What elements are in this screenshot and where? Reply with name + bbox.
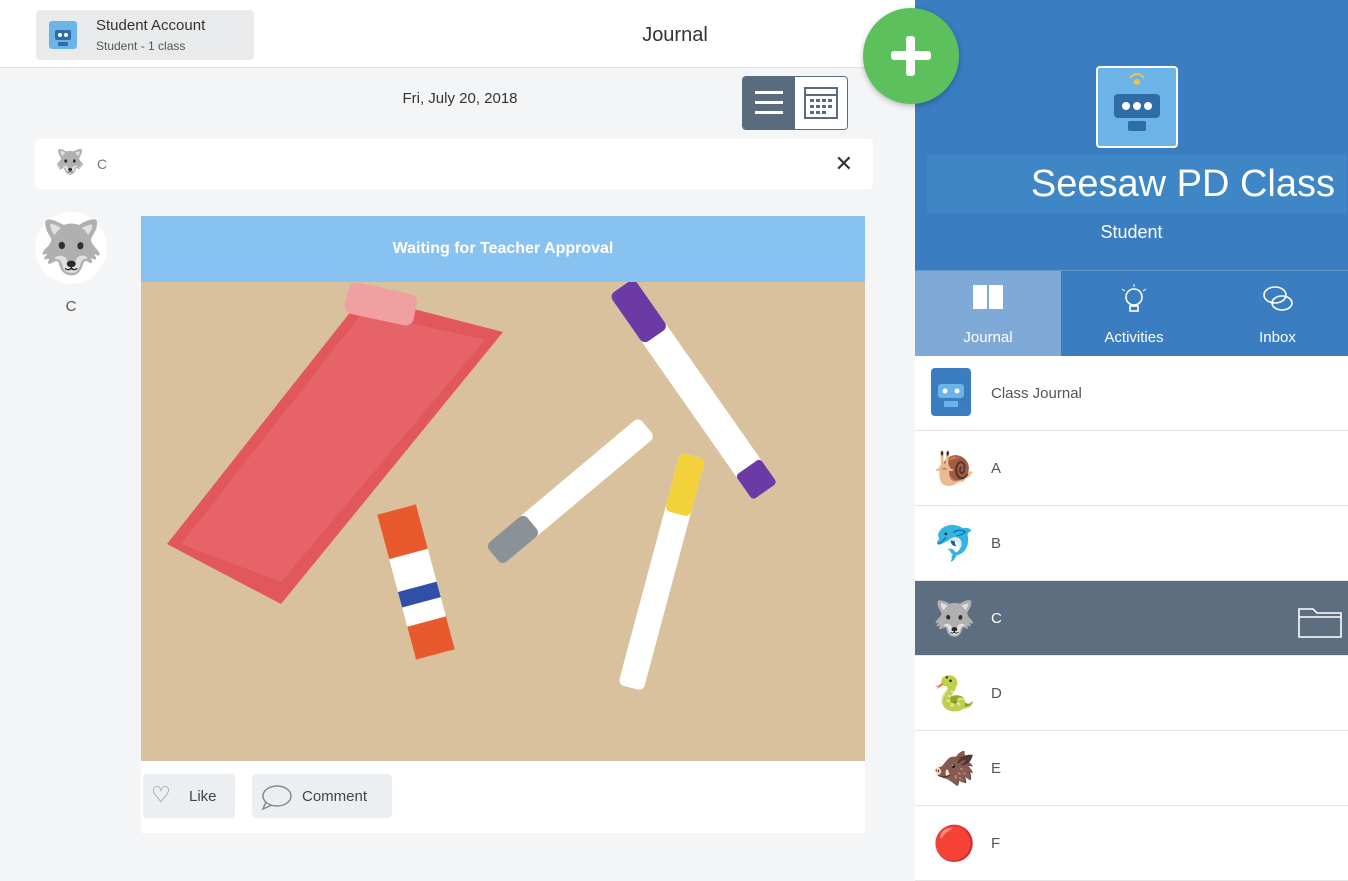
class-role: Student bbox=[1100, 222, 1163, 242]
page-title: Journal bbox=[642, 24, 708, 46]
account-name: Student Account bbox=[96, 17, 206, 34]
tab-journal[interactable]: Journal bbox=[915, 271, 1061, 357]
tab-inbox[interactable]: Inbox bbox=[1207, 271, 1348, 357]
approval-status-banner: Waiting for Teacher Approval bbox=[141, 216, 865, 282]
filter-label: C bbox=[97, 156, 108, 172]
list-item-student-selected[interactable]: 🐺 C bbox=[915, 581, 1348, 656]
close-icon[interactable]: ✕ bbox=[835, 151, 853, 177]
student-emoji: 🐬 bbox=[933, 525, 976, 563]
list-item-label: A bbox=[991, 460, 1002, 477]
student-emoji: 🐗 bbox=[933, 750, 976, 788]
tab-label: Journal bbox=[963, 329, 1013, 346]
journal-post-card: Waiting for Teacher Approval ♡ Like Comm… bbox=[141, 216, 865, 833]
photo-illustration bbox=[141, 282, 865, 761]
class-sidebar: Seesaw PD Class Student Journal Activiti… bbox=[915, 0, 1348, 881]
list-item-student[interactable]: 🔴 F bbox=[915, 806, 1348, 881]
post-author-avatar[interactable]: 🐺 bbox=[35, 212, 107, 284]
tab-label: Inbox bbox=[1259, 329, 1296, 346]
journal-date: Fri, July 20, 2018 bbox=[402, 90, 518, 107]
list-icon bbox=[755, 101, 783, 104]
robot-icon bbox=[1096, 66, 1178, 148]
class-header: Seesaw PD Class Student bbox=[915, 0, 1348, 270]
tab-label: Activities bbox=[1104, 329, 1164, 346]
comment-button[interactable]: Comment bbox=[252, 774, 392, 818]
comment-label: Comment bbox=[302, 788, 368, 805]
class-name: Seesaw PD Class bbox=[927, 154, 1347, 214]
plus-icon bbox=[906, 36, 915, 76]
journal-panel: Student Account Student - 1 class Journa… bbox=[0, 0, 915, 833]
account-subtitle: Student - 1 class bbox=[96, 39, 186, 53]
folder-icon[interactable] bbox=[1297, 603, 1343, 639]
sidebar-tabs: Journal Activities Inbox bbox=[915, 270, 1348, 357]
student-filter-bar: 🐺 C ✕ bbox=[35, 139, 873, 189]
calendar-icon bbox=[804, 87, 838, 119]
top-bar: Student Account Student - 1 class Journa… bbox=[0, 0, 915, 68]
heart-icon: ♡ bbox=[151, 782, 171, 807]
speech-bubble-icon bbox=[261, 785, 292, 810]
chat-bubbles-icon bbox=[1207, 283, 1348, 322]
list-item-label: F bbox=[991, 835, 1001, 852]
list-item-label: Class Journal bbox=[991, 385, 1082, 402]
list-item-student[interactable]: 🐍 D bbox=[915, 656, 1348, 731]
calendar-view-button[interactable] bbox=[795, 77, 847, 129]
list-view-button[interactable] bbox=[743, 77, 795, 129]
list-item-student[interactable]: 🐗 E bbox=[915, 731, 1348, 806]
list-icon bbox=[755, 91, 783, 94]
like-label: Like bbox=[189, 788, 217, 805]
list-item-label: C bbox=[991, 610, 1002, 627]
robot-icon bbox=[49, 21, 77, 49]
book-icon bbox=[915, 283, 1061, 318]
list-item-student[interactable]: 🐬 B bbox=[915, 506, 1348, 581]
student-emoji: 🐌 bbox=[933, 450, 976, 488]
student-emoji: 🐺 bbox=[933, 600, 976, 638]
list-item-student[interactable]: 🐌 A bbox=[915, 431, 1348, 506]
student-emoji: 🐺 bbox=[55, 149, 85, 176]
list-icon bbox=[755, 111, 783, 114]
student-emoji: 🔴 bbox=[933, 825, 976, 863]
add-post-button[interactable] bbox=[863, 8, 959, 104]
post-author-name: C bbox=[65, 298, 77, 315]
tab-activities[interactable]: Activities bbox=[1061, 271, 1207, 357]
view-toggle bbox=[742, 76, 848, 130]
list-item-label: D bbox=[991, 685, 1002, 702]
account-switcher[interactable]: Student Account Student - 1 class bbox=[36, 10, 254, 60]
list-item-label: E bbox=[991, 760, 1002, 777]
robot-icon bbox=[931, 368, 971, 416]
list-item-label: B bbox=[991, 535, 1002, 552]
post-photo[interactable] bbox=[141, 282, 865, 761]
student-emoji: 🐍 bbox=[933, 675, 976, 713]
lightbulb-icon bbox=[1061, 283, 1207, 322]
like-button[interactable]: ♡ Like bbox=[143, 774, 235, 818]
list-item-class-journal[interactable]: Class Journal bbox=[915, 356, 1348, 431]
